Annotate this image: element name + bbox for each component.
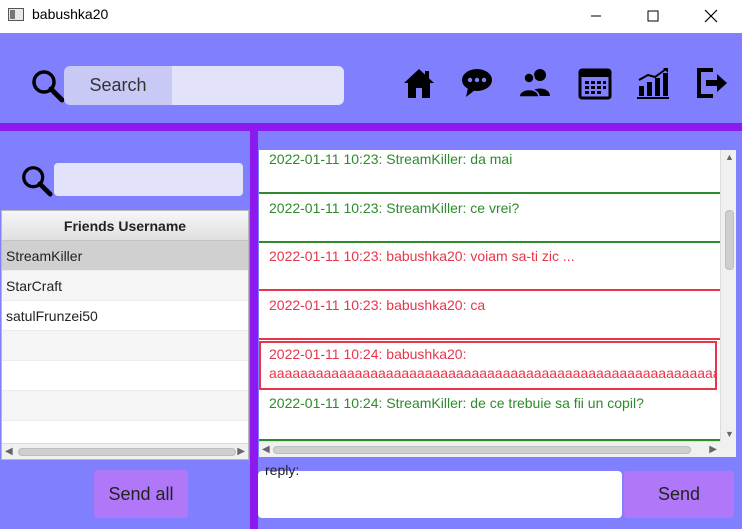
reply-input[interactable] — [258, 471, 622, 518]
message-text: 2022-01-11 10:23: StreamKiller: da mai — [269, 151, 513, 167]
table-row[interactable]: StreamKiller — [2, 241, 248, 271]
message-text: 2022-01-11 10:24: StreamKiller: de ce tr… — [269, 395, 644, 411]
panel-divider — [250, 131, 258, 529]
chat-icon[interactable] — [460, 66, 494, 100]
message-continuation: aaaaaaaaaaaaaaaaaaaaaaaaaaaaaaaaaaaaaaaa… — [269, 365, 715, 381]
message-item: 2022-01-11 10:23: StreamKiller: ce vrei? — [259, 197, 720, 243]
scrollbar-thumb[interactable] — [725, 210, 734, 270]
search-input[interactable] — [172, 66, 344, 105]
friends-column-header[interactable]: Friends Username — [2, 211, 248, 241]
statistics-icon[interactable] — [636, 66, 670, 100]
message-text: 2022-01-11 10:23: babushka20: ca — [269, 297, 486, 313]
friends-icon[interactable] — [518, 66, 552, 100]
scrollbar-corner — [720, 441, 736, 457]
friends-table: Friends Username StreamKiller StarCraft … — [1, 210, 249, 460]
app-icon — [8, 8, 24, 21]
search-icon — [30, 68, 66, 109]
message-text: 2022-01-11 10:23: StreamKiller: ce vrei? — [269, 200, 520, 216]
message-item: 2022-01-11 10:23: babushka20: voiam sa-t… — [259, 245, 720, 291]
send-all-button[interactable]: Send all — [94, 470, 188, 518]
search-icon — [20, 164, 54, 203]
reply-label: reply: — [265, 462, 300, 478]
friend-search-input[interactable] — [54, 163, 243, 196]
table-row — [2, 331, 248, 361]
message-text: 2022-01-11 10:23: babushka20: voiam sa-t… — [269, 248, 575, 264]
scroll-right-icon[interactable]: ▶ — [709, 444, 717, 455]
header-divider — [0, 123, 742, 131]
message-item: 2022-01-11 10:23: babushka20: ca — [259, 294, 720, 340]
horizontal-scrollbar[interactable]: ◀ ▶ — [2, 443, 248, 459]
search-button[interactable]: Search — [64, 66, 172, 105]
message-text: 2022-01-11 10:24: babushka20: — [269, 346, 467, 362]
table-row — [2, 361, 248, 391]
calendar-icon[interactable] — [578, 66, 612, 100]
message-item: 2022-01-11 10:23: StreamKiller: da mai — [259, 150, 720, 194]
scroll-up-icon[interactable]: ▲ — [725, 152, 734, 162]
chat-messages: 2022-01-11 10:23: StreamKiller: da mai 2… — [259, 150, 736, 457]
message-item: 2022-01-11 10:24: StreamKiller: de ce tr… — [259, 392, 720, 441]
home-icon[interactable] — [402, 66, 436, 100]
title-bar: babushka20 — [0, 0, 742, 31]
scroll-down-icon[interactable]: ▼ — [725, 429, 734, 439]
scroll-left-icon[interactable]: ◀ — [5, 446, 13, 457]
table-row — [2, 391, 248, 421]
close-icon[interactable] — [688, 0, 734, 31]
scrollbar-thumb[interactable] — [273, 446, 691, 454]
scroll-right-icon[interactable]: ▶ — [237, 446, 245, 457]
horizontal-scrollbar[interactable]: ◀ ▶ — [259, 441, 720, 457]
minimize-icon[interactable] — [573, 0, 619, 31]
message-item: 2022-01-11 10:24: babushka20: aaaaaaaaaa… — [259, 341, 717, 390]
scroll-left-icon[interactable]: ◀ — [262, 444, 270, 455]
table-row[interactable]: StarCraft — [2, 271, 248, 301]
table-row[interactable]: satulFrunzei50 — [2, 301, 248, 331]
send-button[interactable]: Send — [624, 471, 734, 518]
logout-icon[interactable] — [695, 66, 729, 100]
vertical-scrollbar[interactable]: ▲ ▼ — [720, 150, 736, 441]
window-title: babushka20 — [32, 6, 109, 22]
scrollbar-thumb[interactable] — [18, 448, 236, 456]
maximize-icon[interactable] — [630, 0, 676, 31]
